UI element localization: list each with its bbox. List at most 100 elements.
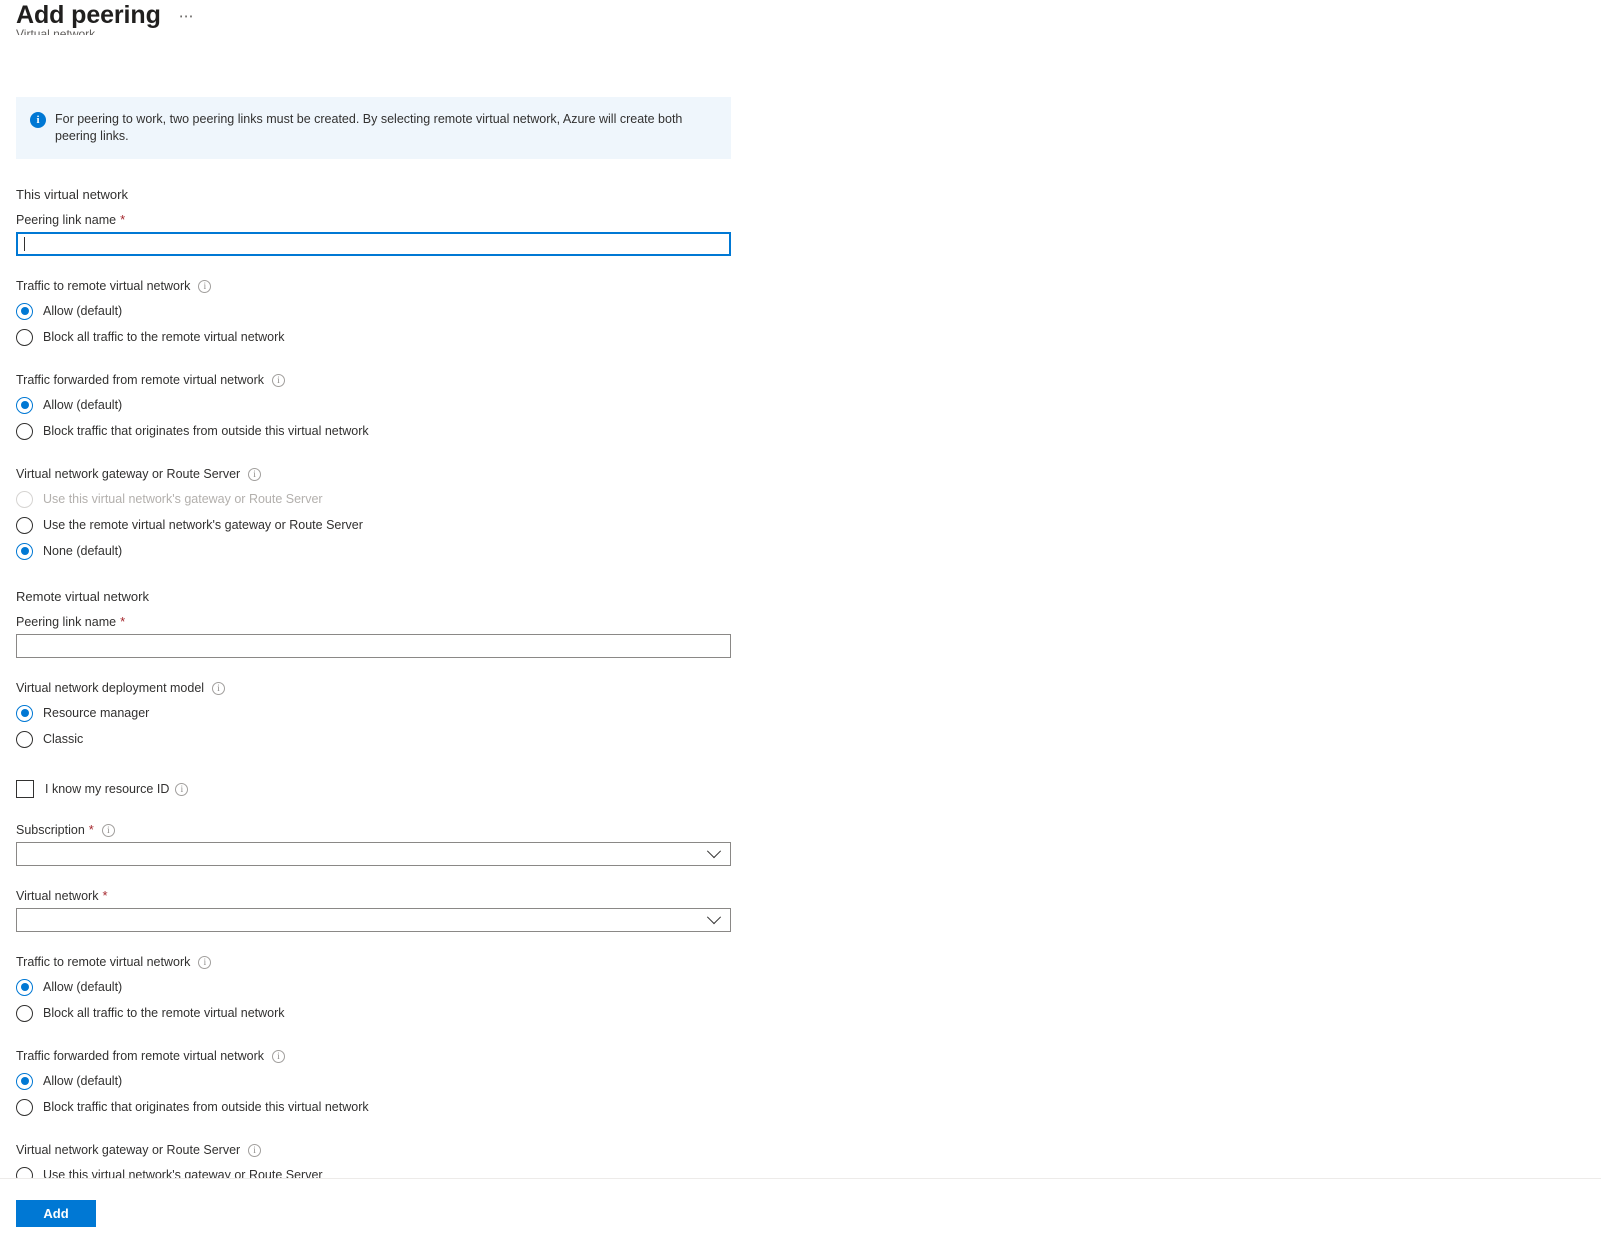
radio-remote-forwarded-block[interactable]: Block traffic that originates from outsi…	[16, 1094, 1585, 1120]
radio-label: Allow (default)	[43, 979, 122, 995]
radio-label: Use this virtual network's gateway or Ro…	[43, 491, 323, 507]
radio-deployment-resource-manager[interactable]: Resource manager	[16, 700, 1585, 726]
radio-this-traffic-block[interactable]: Block all traffic to the remote virtual …	[16, 324, 1585, 350]
chevron-down-icon	[707, 844, 721, 858]
label-remote-traffic-forwarded: Traffic forwarded from remote virtual ne…	[16, 1048, 1585, 1064]
label-text: Peering link name	[16, 614, 116, 630]
label-text: Virtual network gateway or Route Server	[16, 466, 240, 482]
text-caret	[24, 237, 25, 251]
label-text: Traffic forwarded from remote virtual ne…	[16, 372, 264, 388]
blade-footer: Add	[0, 1178, 1601, 1254]
info-icon[interactable]: i	[248, 1144, 261, 1157]
label-text: Virtual network gateway or Route Server	[16, 1142, 240, 1158]
radio-label: Block all traffic to the remote virtual …	[43, 1005, 285, 1021]
checkbox-label: I know my resource ID	[45, 782, 169, 796]
radio-this-gateway-none[interactable]: None (default)	[16, 538, 1585, 564]
info-icon[interactable]: i	[175, 783, 188, 796]
radio-indicator	[16, 1099, 33, 1116]
field-remote-peering-link-name: Peering link name *	[16, 614, 1585, 658]
info-banner: i For peering to work, two peering links…	[16, 97, 731, 159]
required-asterisk: *	[120, 616, 125, 628]
label-subscription: Subscription * i	[16, 822, 1585, 838]
label-remote-traffic-to-remote: Traffic to remote virtual network i	[16, 954, 1585, 970]
label-text: Virtual network deployment model	[16, 680, 204, 696]
blade-header: Add peering ⋯ Virtual network	[0, 0, 1601, 46]
radio-indicator	[16, 491, 33, 508]
radio-indicator	[16, 517, 33, 534]
radio-label: Use the remote virtual network's gateway…	[43, 517, 363, 533]
radio-label: Block all traffic to the remote virtual …	[43, 329, 285, 345]
required-asterisk: *	[89, 824, 94, 836]
radio-remote-traffic-allow[interactable]: Allow (default)	[16, 974, 1585, 1000]
radio-this-traffic-allow[interactable]: Allow (default)	[16, 298, 1585, 324]
radiogroup-deployment-model: Resource manager Classic	[16, 700, 1585, 752]
radio-this-forwarded-block[interactable]: Block traffic that originates from outsi…	[16, 418, 1585, 444]
info-icon: i	[30, 112, 46, 128]
radio-indicator	[16, 705, 33, 722]
field-this-gateway: Virtual network gateway or Route Server …	[16, 466, 1585, 564]
radio-deployment-classic[interactable]: Classic	[16, 726, 1585, 752]
subscription-dropdown[interactable]	[16, 842, 731, 866]
radio-indicator	[16, 979, 33, 996]
info-icon[interactable]: i	[102, 824, 115, 837]
info-icon[interactable]: i	[198, 280, 211, 293]
radio-indicator	[16, 423, 33, 440]
section-title-this-vnet: This virtual network	[16, 187, 1585, 202]
label-remote-gateway: Virtual network gateway or Route Server …	[16, 1142, 1585, 1158]
field-remote-traffic-to-remote: Traffic to remote virtual network i Allo…	[16, 954, 1585, 1026]
this-peering-link-name-input[interactable]	[16, 232, 731, 256]
checkbox-know-resource-id[interactable]: I know my resource ID i	[16, 778, 1585, 800]
radio-label: None (default)	[43, 543, 122, 559]
blade-subtitle: Virtual network	[16, 26, 1601, 35]
radio-indicator	[16, 397, 33, 414]
info-icon[interactable]: i	[248, 468, 261, 481]
label-this-peering-link-name: Peering link name *	[16, 212, 1585, 228]
info-icon[interactable]: i	[272, 1050, 285, 1063]
label-text: Peering link name	[16, 212, 116, 228]
label-text: Subscription	[16, 822, 85, 838]
field-this-peering-link-name: Peering link name *	[16, 212, 1585, 256]
info-icon[interactable]: i	[212, 682, 225, 695]
info-icon[interactable]: i	[272, 374, 285, 387]
radio-remote-traffic-block[interactable]: Block all traffic to the remote virtual …	[16, 1000, 1585, 1026]
add-button[interactable]: Add	[16, 1200, 96, 1227]
radio-label: Allow (default)	[43, 397, 122, 413]
info-icon[interactable]: i	[198, 956, 211, 969]
info-banner-message: For peering to work, two peering links m…	[55, 111, 710, 145]
radio-this-gateway-use-remote[interactable]: Use the remote virtual network's gateway…	[16, 512, 1585, 538]
add-peering-blade: Add peering ⋯ Virtual network i For peer…	[0, 0, 1601, 1254]
radio-indicator	[16, 303, 33, 320]
radiogroup-this-traffic-to-remote: Allow (default) Block all traffic to the…	[16, 298, 1585, 350]
radio-indicator	[16, 543, 33, 560]
radiogroup-remote-traffic-forwarded: Allow (default) Block traffic that origi…	[16, 1068, 1585, 1120]
label-text: Traffic to remote virtual network	[16, 954, 190, 970]
field-this-traffic-forwarded: Traffic forwarded from remote virtual ne…	[16, 372, 1585, 444]
radiogroup-remote-traffic-to-remote: Allow (default) Block all traffic to the…	[16, 974, 1585, 1026]
field-subscription: Subscription * i	[16, 822, 1585, 866]
label-this-gateway: Virtual network gateway or Route Server …	[16, 466, 1585, 482]
label-this-traffic-to-remote: Traffic to remote virtual network i	[16, 278, 1585, 294]
checkbox-indicator	[16, 780, 34, 798]
radio-indicator	[16, 1005, 33, 1022]
remote-peering-link-name-input[interactable]	[16, 634, 731, 658]
radio-indicator	[16, 1073, 33, 1090]
label-virtual-network: Virtual network *	[16, 888, 1585, 904]
radio-this-forwarded-allow[interactable]: Allow (default)	[16, 392, 1585, 418]
required-asterisk: *	[120, 214, 125, 226]
chevron-down-icon	[707, 910, 721, 924]
radio-indicator	[16, 329, 33, 346]
label-remote-peering-link-name: Peering link name *	[16, 614, 1585, 630]
radio-label: Allow (default)	[43, 1073, 122, 1089]
radiogroup-this-traffic-forwarded: Allow (default) Block traffic that origi…	[16, 392, 1585, 444]
label-this-traffic-forwarded: Traffic forwarded from remote virtual ne…	[16, 372, 1585, 388]
label-deployment-model: Virtual network deployment model i	[16, 680, 1585, 696]
field-this-traffic-to-remote: Traffic to remote virtual network i Allo…	[16, 278, 1585, 350]
radio-remote-forwarded-allow[interactable]: Allow (default)	[16, 1068, 1585, 1094]
field-deployment-model: Virtual network deployment model i Resou…	[16, 680, 1585, 752]
label-text: Traffic to remote virtual network	[16, 278, 190, 294]
form-content: i For peering to work, two peering links…	[0, 97, 1601, 1240]
virtual-network-dropdown[interactable]	[16, 908, 731, 932]
radiogroup-this-gateway: Use this virtual network's gateway or Ro…	[16, 486, 1585, 564]
radio-this-gateway-use-this: Use this virtual network's gateway or Ro…	[16, 486, 1585, 512]
radio-label: Classic	[43, 731, 83, 747]
